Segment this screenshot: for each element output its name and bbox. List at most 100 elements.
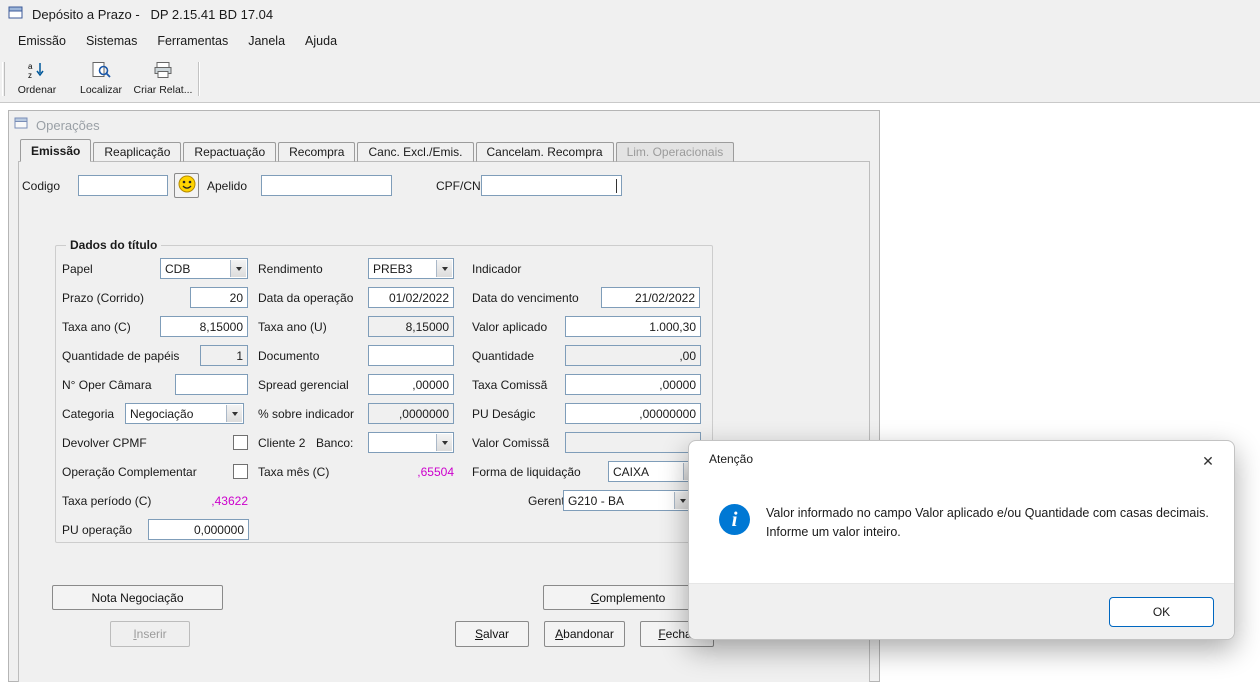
- nota-negociacao-button[interactable]: Nota Negociação: [52, 585, 223, 610]
- info-icon: i: [719, 504, 750, 535]
- papel-label: Papel: [62, 261, 93, 276]
- abandonar-button[interactable]: Abandonar: [544, 621, 625, 647]
- rendimento-select[interactable]: PREB3: [368, 258, 454, 279]
- papel-select[interactable]: CDB: [160, 258, 248, 279]
- codigo-label: Codigo: [22, 178, 61, 193]
- quantidade-field: ,00: [565, 345, 701, 366]
- tab-repactuacao[interactable]: Repactuação: [183, 142, 277, 162]
- categoria-label: Categoria: [62, 406, 115, 421]
- smiley-button[interactable]: [174, 173, 199, 198]
- tab-reaplicacao[interactable]: Reaplicação: [93, 142, 182, 162]
- codigo-input[interactable]: [78, 175, 168, 196]
- chevron-down-icon[interactable]: [226, 405, 242, 422]
- oper-camara-input[interactable]: [175, 374, 248, 395]
- documento-input[interactable]: [368, 345, 454, 366]
- pu-operacao-input[interactable]: 0,000000: [148, 519, 249, 540]
- rendimento-label: Rendimento: [258, 261, 323, 276]
- menu-emissao[interactable]: Emissão: [8, 30, 76, 52]
- apelido-input[interactable]: [261, 175, 392, 196]
- devolver-cpmf-label: Devolver CPMF: [62, 435, 147, 450]
- app-window-icon: [8, 6, 24, 23]
- criar-relatorio-button[interactable]: Criar Relat...: [132, 58, 194, 98]
- banco-label: Banco:: [316, 435, 354, 450]
- apelido-label: Apelido: [207, 178, 248, 193]
- taxa-ano-u-label: Taxa ano (U): [258, 319, 327, 334]
- tab-recompra[interactable]: Recompra: [278, 142, 356, 162]
- operacao-complementar-label: Operação Complementar: [62, 464, 197, 479]
- valor-aplicado-label: Valor aplicado: [472, 319, 548, 334]
- window-title: Depósito a Prazo - DP 2.15.41 BD 17.04: [32, 6, 274, 22]
- ordenar-label: Ordenar: [17, 84, 57, 96]
- close-icon[interactable]: ✕: [1196, 449, 1220, 473]
- salvar-button[interactable]: Salvar: [455, 621, 529, 647]
- chevron-down-icon[interactable]: [436, 434, 452, 451]
- menu-sistemas[interactable]: Sistemas: [76, 30, 147, 52]
- gerente-select[interactable]: G210 - BA: [563, 490, 692, 511]
- toolbar-separator: [198, 62, 199, 96]
- cliente2-label: Cliente 2: [258, 435, 306, 450]
- taxa-ano-c-input[interactable]: 8,15000: [160, 316, 248, 337]
- printer-icon: [153, 61, 173, 82]
- main-window-chrome: Depósito a Prazo - DP 2.15.41 BD 17.04 E…: [0, 0, 1260, 103]
- categoria-select[interactable]: Negociação: [125, 403, 244, 424]
- taxa-periodo-value: ,43622: [211, 493, 248, 508]
- valor-comissao-label: Valor Comissã: [472, 435, 550, 450]
- chevron-down-icon[interactable]: [230, 260, 246, 277]
- localizar-button[interactable]: Localizar: [72, 58, 130, 98]
- taxa-ano-c-label: Taxa ano (C): [62, 319, 131, 334]
- prazo-corrido-input[interactable]: 20: [190, 287, 248, 308]
- operacao-complementar-checkbox[interactable]: [233, 464, 248, 479]
- svg-text:a: a: [28, 62, 33, 71]
- taxa-mes-value: ,65504: [417, 464, 454, 479]
- dialog-message: Valor informado no campo Valor aplicado …: [766, 506, 1209, 539]
- operacoes-titlebar[interactable]: Operações: [14, 114, 100, 136]
- atencao-dialog: Atenção ✕ i Valor informado no campo Val…: [688, 440, 1235, 640]
- tab-cancelam-recompra[interactable]: Cancelam. Recompra: [475, 142, 614, 162]
- menu-ferramentas[interactable]: Ferramentas: [147, 30, 238, 52]
- data-vencimento-input[interactable]: 21/02/2022: [601, 287, 700, 308]
- ordenar-button[interactable]: az Ordenar: [8, 58, 66, 98]
- quantidade-papeis-field: 1: [200, 345, 248, 366]
- spread-gerencial-label: Spread gerencial: [258, 377, 349, 392]
- sobre-indicador-field: ,0000000: [368, 403, 454, 424]
- toolbar: az Ordenar Localizar Criar Relat...: [0, 54, 1260, 102]
- quantidade-label: Quantidade: [472, 348, 535, 363]
- menubar: Emissão Sistemas Ferramentas Janela Ajud…: [0, 28, 1260, 54]
- banco-select[interactable]: [368, 432, 454, 453]
- text-cursor: [616, 179, 617, 193]
- tab-lim-operacionais: Lim. Operacionais: [615, 142, 735, 162]
- data-operacao-input[interactable]: 01/02/2022: [368, 287, 454, 308]
- sort-az-icon: az: [27, 61, 47, 82]
- tab-canc-excl-emis[interactable]: Canc. Excl./Emis.: [357, 142, 474, 162]
- pu-desagio-label: PU Deságic: [472, 406, 536, 421]
- chevron-down-icon[interactable]: [436, 260, 452, 277]
- valor-comissao-field: [565, 432, 701, 453]
- data-operacao-label: Data da operação: [258, 290, 354, 305]
- menu-janela[interactable]: Janela: [238, 30, 295, 52]
- spread-gerencial-input[interactable]: ,00000: [368, 374, 454, 395]
- criar-relatorio-label: Criar Relat...: [133, 84, 193, 96]
- indicador-label: Indicador: [472, 261, 522, 276]
- dialog-title: Atenção: [709, 452, 754, 466]
- tab-emissao[interactable]: Emissão: [20, 139, 92, 162]
- sobre-indicador-label: % sobre indicador: [258, 406, 355, 421]
- toolbar-grip: [2, 62, 5, 96]
- svg-text:z: z: [28, 71, 32, 79]
- pu-desagio-input[interactable]: ,00000000: [565, 403, 701, 424]
- valor-aplicado-input[interactable]: 1.000,30: [565, 316, 701, 337]
- data-vencimento-label: Data do vencimento: [472, 290, 579, 305]
- taxa-mes-label: Taxa mês (C): [258, 464, 330, 479]
- tab-strip: Emissão Reaplicação Repactuação Recompra…: [20, 139, 736, 162]
- menu-ajuda[interactable]: Ajuda: [295, 30, 347, 52]
- localizar-label: Localizar: [79, 84, 123, 96]
- ok-button[interactable]: OK: [1109, 597, 1214, 627]
- devolver-cpmf-checkbox[interactable]: [233, 435, 248, 450]
- taxa-comissao-input[interactable]: ,00000: [565, 374, 701, 395]
- taxa-comissao-label: Taxa Comissã: [472, 377, 548, 392]
- inserir-button: Inserir: [110, 621, 190, 647]
- operacoes-title: Operações: [36, 117, 100, 133]
- pu-operacao-label: PU operação: [62, 522, 133, 537]
- cpf-cnpj-input[interactable]: [481, 175, 622, 196]
- oper-camara-label: N° Oper Câmara: [62, 377, 152, 392]
- form-window-icon: [14, 117, 29, 133]
